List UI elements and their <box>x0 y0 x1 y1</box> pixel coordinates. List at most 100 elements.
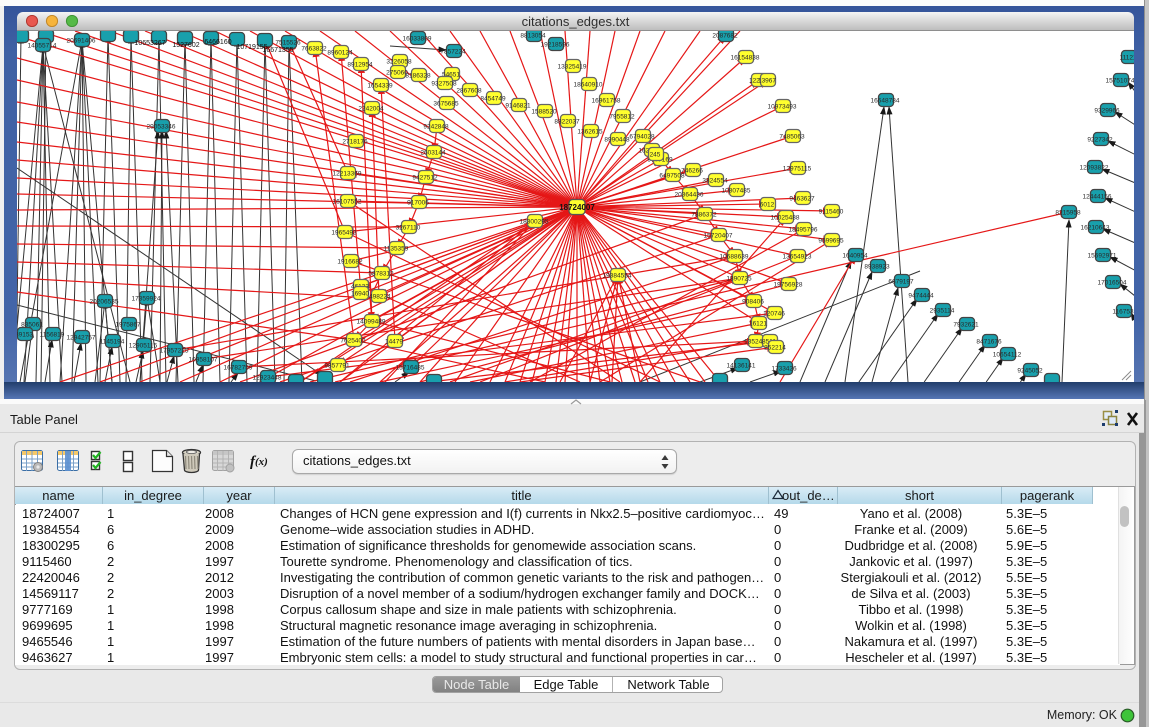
svg-text:17016504: 17016504 <box>1098 280 1127 287</box>
svg-text:2935114: 2935114 <box>930 308 955 315</box>
svg-text:7886372: 7886372 <box>691 212 717 219</box>
svg-text:17359924: 17359924 <box>132 296 161 303</box>
svg-text:8938923: 8938923 <box>864 264 890 271</box>
svg-text:18495796: 18495796 <box>789 227 818 234</box>
svg-text:6466160: 6466160 <box>204 39 231 46</box>
svg-text:1975867: 1975867 <box>115 322 141 329</box>
svg-text:16671355: 16671355 <box>262 47 293 54</box>
svg-text:15751074: 15751074 <box>1106 78 1134 85</box>
svg-text:5878312: 5878312 <box>368 271 394 278</box>
svg-text:12975115: 12975115 <box>783 166 812 173</box>
svg-text:18300295: 18300295 <box>520 219 549 226</box>
svg-text:2242004: 2242004 <box>358 106 384 113</box>
svg-text:16648784: 16648784 <box>871 98 900 105</box>
svg-text:14099489: 14099489 <box>357 319 386 326</box>
svg-text:245: 245 <box>650 152 661 159</box>
svg-text:6012: 6012 <box>760 202 775 209</box>
svg-text:9146821: 9146821 <box>505 103 531 110</box>
svg-text:14136141: 14136141 <box>727 363 756 370</box>
svg-text:9327508: 9327508 <box>431 81 457 88</box>
svg-text:9427512: 9427512 <box>412 175 438 182</box>
svg-text:16961758: 16961758 <box>592 98 621 105</box>
svg-text:1654339: 1654339 <box>367 83 393 90</box>
svg-text:2718176: 2718176 <box>342 139 368 146</box>
svg-text:1916682: 1916682 <box>337 259 363 266</box>
svg-text:8912954: 8912954 <box>347 62 373 69</box>
svg-text:14479: 14479 <box>385 339 403 346</box>
svg-text:2087682: 2087682 <box>712 33 738 40</box>
svg-text:116753: 116753 <box>1112 309 1134 316</box>
svg-text:13967: 13967 <box>758 78 776 85</box>
svg-text:13325419: 13325419 <box>558 64 587 71</box>
svg-text:9699695: 9699695 <box>818 238 844 245</box>
svg-text:12444156: 12444156 <box>1083 194 1112 201</box>
svg-text:8471676: 8471676 <box>976 339 1002 346</box>
svg-text:6794028: 6794028 <box>629 134 655 141</box>
svg-text:10958107: 10958107 <box>189 357 218 364</box>
svg-text:39153: 39153 <box>17 332 33 339</box>
svg-text:15692971: 15692971 <box>1088 253 1117 260</box>
svg-text:16154838: 16154838 <box>731 55 760 62</box>
svg-text:12213369: 12213369 <box>333 171 362 178</box>
svg-text:8960124: 8960124 <box>327 50 353 57</box>
svg-text:20364436: 20364436 <box>675 192 704 199</box>
svg-text:8215958: 8215958 <box>1055 210 1081 217</box>
svg-text:908406: 908406 <box>742 299 764 306</box>
svg-text:9245052: 9245052 <box>1017 368 1043 375</box>
svg-text:3824554: 3824554 <box>702 178 728 185</box>
svg-text:9498224: 9498224 <box>365 294 391 301</box>
svg-text:15720407: 15720407 <box>704 233 733 240</box>
svg-text:3226058: 3226058 <box>386 59 412 66</box>
svg-text:8813054: 8813054 <box>520 33 546 40</box>
svg-text:16121: 16121 <box>749 321 767 328</box>
svg-text:10688639: 10688639 <box>720 254 749 261</box>
svg-text:16782759: 16782759 <box>224 365 253 372</box>
svg-text:6679197: 6679197 <box>888 279 914 286</box>
svg-text:1965493: 1965493 <box>331 230 357 237</box>
svg-text:1733426: 1733426 <box>771 366 797 373</box>
svg-text:7857224: 7857224 <box>440 49 466 56</box>
svg-text:16033809: 16033809 <box>403 36 432 43</box>
svg-text:10654112: 10654112 <box>993 352 1022 359</box>
svg-text:9115460: 9115460 <box>819 209 844 216</box>
svg-text:8454749: 8454749 <box>480 96 506 103</box>
svg-text:10973493: 10973493 <box>768 104 797 111</box>
svg-text:19384554: 19384554 <box>603 273 632 280</box>
svg-text:16940: 16940 <box>351 291 369 298</box>
svg-text:2867608: 2867608 <box>456 88 482 95</box>
svg-text:1640954: 1640954 <box>842 253 868 260</box>
svg-text:10807485: 10807485 <box>722 188 751 195</box>
svg-text:917006: 917006 <box>407 200 429 207</box>
svg-text:29053346: 29053346 <box>147 124 176 131</box>
svg-text:20206535: 20206535 <box>90 299 119 306</box>
svg-text:1527602: 1527602 <box>172 42 199 49</box>
svg-text:10025488: 10025488 <box>771 215 800 222</box>
svg-text:1588520: 1588520 <box>531 109 557 116</box>
svg-text:9329966: 9329966 <box>1094 108 1120 115</box>
svg-text:7515526: 7515526 <box>275 40 301 47</box>
svg-text:1156819: 1156819 <box>40 332 65 339</box>
svg-text:8822037: 8822037 <box>554 119 580 126</box>
svg-text:19218596: 19218596 <box>541 42 570 49</box>
svg-text:18640910: 18640910 <box>574 82 603 89</box>
svg-text:2603144: 2603144 <box>420 150 446 157</box>
svg-text:1135359: 1135359 <box>384 246 409 253</box>
svg-text:9463627: 9463627 <box>789 196 815 203</box>
svg-text:7625402: 7625402 <box>340 338 366 345</box>
svg-text:20691406: 20691406 <box>67 38 96 45</box>
svg-text:14055714: 14055714 <box>28 43 57 50</box>
svg-text:15716485: 15716485 <box>396 365 425 372</box>
svg-text:252214: 252214 <box>764 345 786 352</box>
svg-text:17957225: 17957225 <box>160 348 189 355</box>
svg-text:13654923: 13654923 <box>783 254 812 261</box>
svg-text:7955812: 7955812 <box>609 114 635 121</box>
svg-text:11121: 11121 <box>1119 55 1134 62</box>
svg-text:3267110: 3267110 <box>396 225 421 232</box>
svg-text:120746: 120746 <box>763 311 785 318</box>
svg-text:9242848: 9242848 <box>423 124 449 131</box>
svg-text:12093822: 12093822 <box>1080 165 1109 172</box>
svg-text:1145194: 1145194 <box>100 339 125 346</box>
svg-text:9474444: 9474444 <box>908 293 934 300</box>
svg-text:1890725: 1890725 <box>726 276 752 283</box>
svg-text:12923448: 12923448 <box>253 375 282 382</box>
